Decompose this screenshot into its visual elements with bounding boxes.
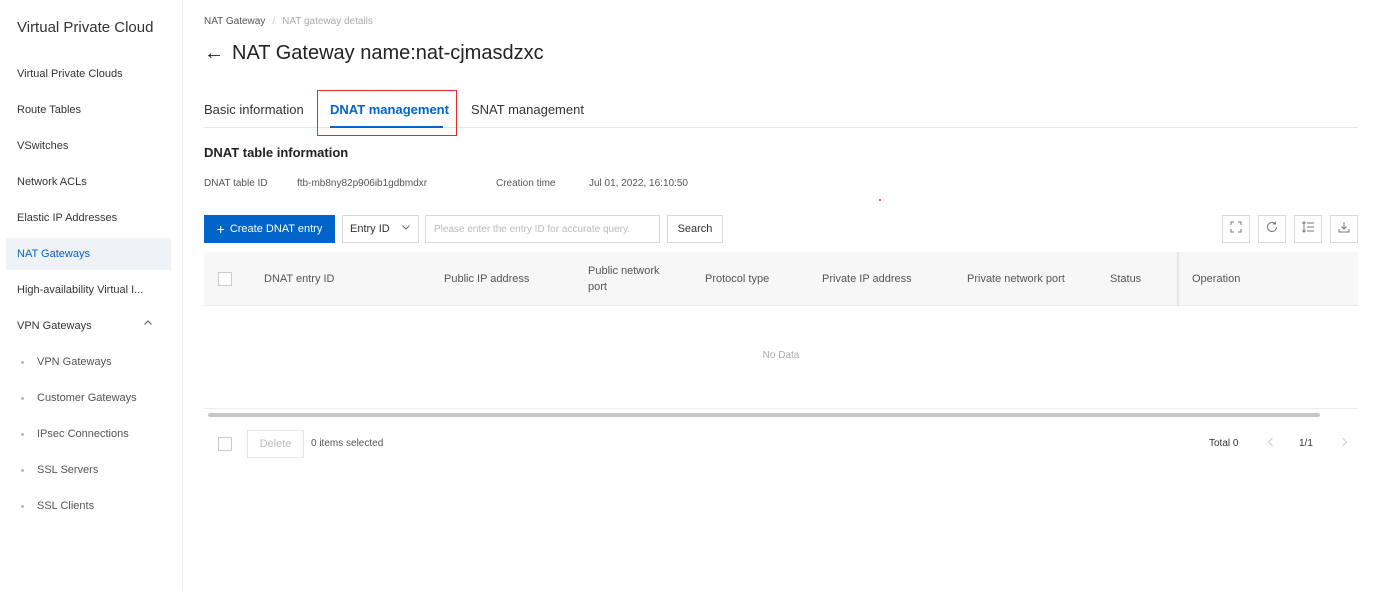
- back-arrow-icon[interactable]: ←: [204, 42, 224, 65]
- search-button[interactable]: Search: [667, 215, 723, 243]
- sidebar-subitem-label: SSL Servers: [37, 464, 99, 476]
- bullet-icon: [21, 396, 24, 400]
- column-header-public-network-port: Public network port: [588, 265, 660, 293]
- page-title: NAT Gateway name:nat-cjmasdzxc: [232, 42, 544, 64]
- sidebar-item-elastic-ip-addresses[interactable]: Elastic IP Addresses: [6, 202, 171, 234]
- sidebar-subitem-ssl-servers[interactable]: SSL Servers: [21, 454, 98, 486]
- download-icon: [1337, 220, 1351, 239]
- breadcrumb-nat-gateway-link[interactable]: NAT Gateway: [204, 16, 265, 27]
- column-header-private-network-port: Private network port: [967, 273, 1065, 285]
- column-divider: [1177, 252, 1179, 306]
- page-indicator: 1/1: [1299, 438, 1313, 449]
- sidebar-subitem-ssl-clients[interactable]: SSL Clients: [21, 490, 94, 522]
- column-header-dnat-entry-id: DNAT entry ID: [264, 273, 335, 285]
- tab-basic-information[interactable]: Basic information: [204, 102, 304, 117]
- download-button[interactable]: [1330, 215, 1358, 243]
- app-root: Virtual Private Cloud Virtual Private Cl…: [0, 0, 1379, 591]
- creation-time-value: Jul 01, 2022, 16:10:50: [589, 178, 688, 189]
- bullet-icon: [21, 360, 24, 364]
- sidebar-item-label: VPN Gateways: [17, 320, 92, 332]
- refresh-button[interactable]: [1258, 215, 1286, 243]
- fullscreen-button[interactable]: [1222, 215, 1250, 243]
- creation-time-label: Creation time: [496, 178, 556, 189]
- sidebar-subitem-customer-gateways[interactable]: Customer Gateways: [21, 382, 137, 414]
- column-header-status: Status: [1110, 273, 1142, 285]
- fullscreen-icon: [1229, 220, 1243, 239]
- sidebar: Virtual Private Cloud Virtual Private Cl…: [0, 0, 183, 591]
- sidebar-title: Virtual Private Cloud: [17, 19, 154, 36]
- sidebar-item-vswitches[interactable]: VSwitches: [6, 130, 171, 162]
- column-settings-icon: [1301, 220, 1315, 239]
- create-dnat-entry-button[interactable]: + Create DNAT entry: [204, 215, 335, 243]
- sidebar-item-route-tables[interactable]: Route Tables: [6, 94, 171, 126]
- select-all-checkbox[interactable]: [218, 272, 232, 286]
- search-input[interactable]: [425, 215, 660, 243]
- entry-id-filter-select[interactable]: Entry ID: [342, 215, 419, 243]
- footer-select-all-checkbox[interactable]: [218, 437, 232, 451]
- breadcrumb: NAT Gateway / NAT gateway details: [204, 16, 373, 27]
- sidebar-item-network-acls[interactable]: Network ACLs: [6, 166, 171, 198]
- delete-button[interactable]: Delete: [247, 430, 304, 458]
- table-bottom-divider: [204, 408, 1358, 409]
- empty-state-text: No Data: [762, 350, 800, 361]
- tab-snat-management[interactable]: SNAT management: [471, 102, 584, 117]
- section-title: DNAT table information: [204, 145, 349, 160]
- sidebar-item-virtual-private-clouds[interactable]: Virtual Private Clouds: [6, 58, 171, 90]
- sidebar-subitem-label: VPN Gateways: [37, 356, 112, 368]
- refresh-icon: [1265, 220, 1279, 239]
- column-header-protocol-type: Protocol type: [705, 273, 770, 285]
- plus-icon: +: [216, 221, 225, 237]
- horizontal-scrollbar[interactable]: [208, 413, 1320, 417]
- breadcrumb-current: NAT gateway details: [282, 16, 373, 27]
- sidebar-item-nat-gateways[interactable]: NAT Gateways: [6, 238, 171, 270]
- cursor-dot: [879, 199, 881, 201]
- sidebar-item-high-availability-virtual-ip[interactable]: High-availability Virtual I...: [6, 274, 171, 306]
- sidebar-item-vpn-gateways-group[interactable]: VPN Gateways: [6, 310, 171, 342]
- previous-page-icon[interactable]: [1266, 436, 1276, 451]
- column-header-public-ip-address: Public IP address: [444, 273, 530, 285]
- sidebar-subitem-label: Customer Gateways: [37, 392, 137, 404]
- highlight-box: [317, 90, 457, 136]
- column-header-private-ip-address: Private IP address: [822, 273, 912, 285]
- chevron-down-icon: [401, 222, 411, 234]
- sidebar-subitem-label: IPsec Connections: [37, 428, 129, 440]
- page-title-row: ← NAT Gateway name:nat-cjmasdzxc: [204, 42, 544, 65]
- dnat-table-id-label: DNAT table ID: [204, 178, 268, 189]
- sidebar-subitem-ipsec-connections[interactable]: IPsec Connections: [21, 418, 129, 450]
- bullet-icon: [21, 468, 24, 472]
- dnat-table-id-value: ftb-mb8ny82p906ib1gdbmdxr: [297, 178, 428, 189]
- next-page-icon[interactable]: [1339, 436, 1349, 451]
- selected-count-text: 0 items selected: [311, 438, 384, 449]
- bullet-icon: [21, 432, 24, 436]
- sidebar-subitem-vpn-gateways[interactable]: VPN Gateways: [21, 346, 112, 378]
- total-count-text: Total 0: [1209, 438, 1239, 449]
- column-settings-button[interactable]: [1294, 215, 1322, 243]
- bullet-icon: [21, 504, 24, 508]
- column-header-operation: Operation: [1192, 273, 1241, 285]
- filter-select-value: Entry ID: [350, 223, 390, 235]
- table-header: DNAT entry ID Public IP address Public n…: [204, 252, 1358, 306]
- create-dnat-entry-label: Create DNAT entry: [229, 223, 323, 235]
- sidebar-subitem-label: SSL Clients: [37, 500, 95, 512]
- chevron-up-icon: [143, 310, 153, 342]
- breadcrumb-separator: /: [272, 16, 276, 27]
